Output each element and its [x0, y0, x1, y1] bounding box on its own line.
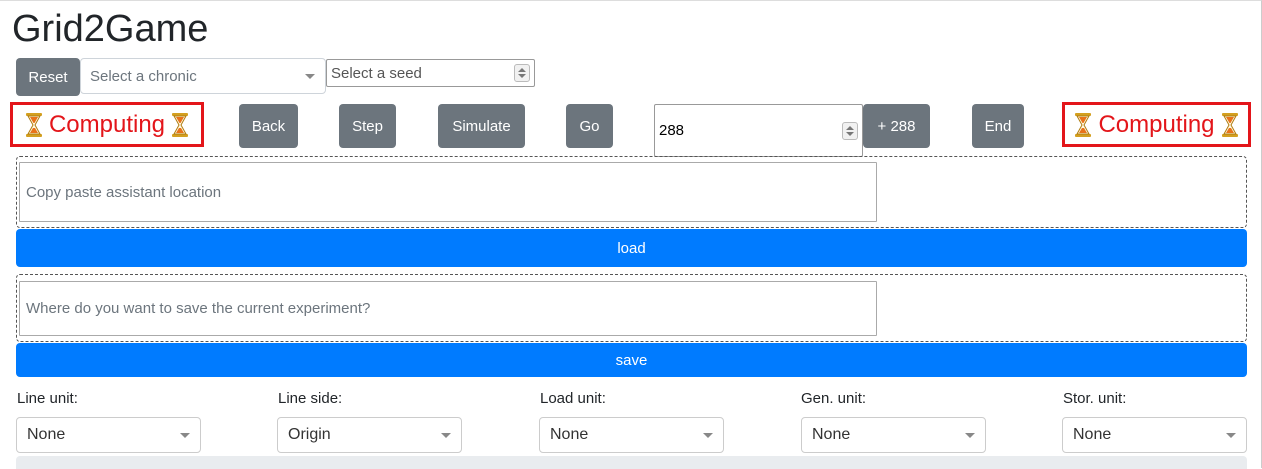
- plus-steps-button[interactable]: + 288: [863, 104, 930, 148]
- stor-unit-value: None: [1073, 426, 1112, 443]
- bottom-panel-edge: [16, 456, 1247, 469]
- stor-unit-select[interactable]: None: [1062, 417, 1247, 453]
- experiment-save-path-input[interactable]: Where do you want to save the current ex…: [19, 281, 877, 336]
- chronic-select[interactable]: Select a chronic: [80, 58, 326, 94]
- step-count-input[interactable]: 288: [654, 104, 863, 157]
- load-button[interactable]: load: [16, 229, 1247, 267]
- computing-indicator-left: Computing: [10, 102, 204, 147]
- computing-label: Computing: [1098, 110, 1215, 138]
- chevron-down-icon: [1226, 433, 1236, 438]
- chronic-select-placeholder: Select a chronic: [90, 67, 197, 85]
- step-button[interactable]: Step: [339, 104, 396, 148]
- chevron-down-icon: [441, 433, 451, 438]
- gen-unit-select[interactable]: None: [801, 417, 986, 453]
- experiment-save-path-placeholder: Where do you want to save the current ex…: [26, 300, 371, 317]
- hourglass-icon: [172, 112, 189, 137]
- spinner-arrows-icon[interactable]: [842, 121, 858, 140]
- chevron-down-icon: [965, 433, 975, 438]
- load-unit-label: Load unit:: [540, 390, 606, 407]
- line-side-value: Origin: [288, 426, 331, 443]
- chevron-down-icon: [305, 74, 315, 79]
- reset-button[interactable]: Reset: [16, 58, 80, 96]
- load-unit-select[interactable]: None: [539, 417, 724, 453]
- save-button[interactable]: save: [16, 343, 1247, 377]
- line-unit-select[interactable]: None: [16, 417, 201, 453]
- assistant-location-input[interactable]: Copy paste assistant location: [19, 162, 877, 222]
- computing-label: Computing: [48, 110, 166, 138]
- line-side-label: Line side:: [278, 390, 343, 407]
- stor-unit-label: Stor. unit:: [1063, 390, 1127, 407]
- line-unit-value: None: [27, 426, 66, 443]
- line-side-select[interactable]: Origin: [277, 417, 462, 453]
- back-button[interactable]: Back: [239, 104, 298, 148]
- go-button[interactable]: Go: [566, 104, 613, 148]
- app-title: Grid2Game: [12, 8, 209, 50]
- seed-input-placeholder: Select a seed: [331, 64, 422, 82]
- gen-unit-label: Gen. unit:: [801, 390, 867, 407]
- gen-unit-value: None: [812, 426, 851, 443]
- hourglass-icon: [25, 112, 42, 137]
- spinner-arrows-icon[interactable]: [514, 64, 530, 82]
- hourglass-icon: [1075, 112, 1092, 137]
- chevron-down-icon: [703, 433, 713, 438]
- step-count-value: 288: [659, 122, 685, 139]
- chevron-down-icon: [180, 433, 190, 438]
- seed-input[interactable]: Select a seed: [326, 59, 535, 87]
- assistant-location-placeholder: Copy paste assistant location: [26, 183, 222, 201]
- end-button[interactable]: End: [972, 104, 1024, 148]
- computing-indicator-right: Computing: [1062, 102, 1251, 147]
- line-unit-label: Line unit:: [17, 390, 78, 407]
- load-unit-value: None: [550, 426, 589, 443]
- hourglass-icon: [1221, 112, 1238, 137]
- simulate-button[interactable]: Simulate: [438, 104, 525, 148]
